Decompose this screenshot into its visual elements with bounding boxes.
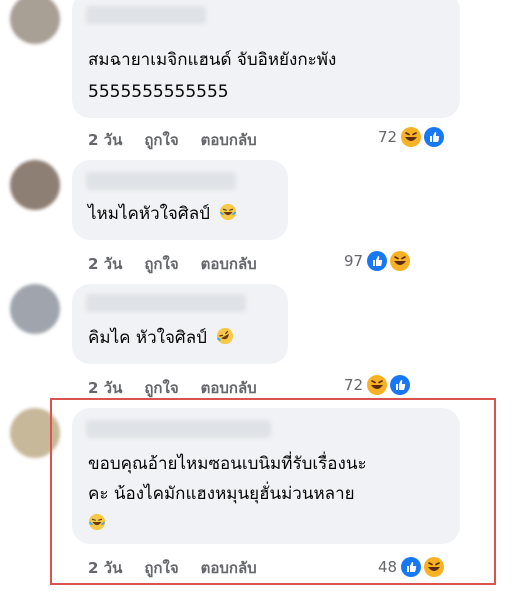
reaction-icons xyxy=(364,372,414,398)
reaction-count: 72 xyxy=(344,376,364,394)
author-name-redacted[interactable] xyxy=(86,6,206,24)
comment-text-line-2: 5555555555555 xyxy=(88,82,229,102)
like-reaction-icon xyxy=(387,372,414,398)
timestamp[interactable]: 2 วัน xyxy=(88,376,122,400)
comment-text: ไหมไคหัวใจศิลป์ xyxy=(88,200,237,228)
rofl-emoji-icon xyxy=(217,327,234,345)
reply-button[interactable]: ตอบกลับ xyxy=(201,252,257,276)
avatar[interactable] xyxy=(10,160,60,210)
timestamp[interactable]: 2 วัน xyxy=(88,252,122,276)
comment-text-content: คิมไค หัวใจศิลป์ xyxy=(88,328,207,348)
reply-button[interactable]: ตอบกลับ xyxy=(201,128,257,152)
reaction-icons xyxy=(364,248,414,274)
author-name-redacted[interactable] xyxy=(86,294,246,312)
like-button[interactable]: ถูกใจ xyxy=(144,128,178,152)
highlight-box xyxy=(50,398,496,585)
author-name-redacted[interactable] xyxy=(86,172,236,190)
comment-text: คิมไค หัวใจศิลป์ xyxy=(88,324,234,352)
haha-reaction-icon xyxy=(387,248,414,274)
reaction-count: 72 xyxy=(378,128,398,146)
reaction-summary[interactable]: 72 xyxy=(378,124,448,150)
comment-text-content: ไหมไคหัวใจศิลป์ xyxy=(88,204,210,224)
like-reaction-icon xyxy=(421,124,448,150)
avatar[interactable] xyxy=(10,0,60,44)
like-button[interactable]: ถูกใจ xyxy=(144,376,178,400)
reaction-icons xyxy=(398,124,448,150)
laugh-tears-emoji-icon xyxy=(220,203,237,221)
comment-actions: 2 วัน ถูกใจ ตอบกลับ xyxy=(88,128,257,152)
reply-button[interactable]: ตอบกลับ xyxy=(201,376,257,400)
comment-text-line-1: สมฉายาเมจิกแฮนด์ จับอิหยังกะพัง xyxy=(88,50,337,70)
timestamp[interactable]: 2 วัน xyxy=(88,128,122,152)
comment-bubble: คิมไค หัวใจศิลป์ xyxy=(72,284,288,364)
comment-bubble: สมฉายาเมจิกแฮนด์ จับอิหยังกะพัง 55555555… xyxy=(72,0,460,118)
like-button[interactable]: ถูกใจ xyxy=(144,252,178,276)
comment-bubble: ไหมไคหัวใจศิลป์ xyxy=(72,160,288,240)
avatar[interactable] xyxy=(10,284,60,334)
comment-actions: 2 วัน ถูกใจ ตอบกลับ xyxy=(88,376,257,400)
reaction-count: 97 xyxy=(344,252,364,270)
reaction-summary[interactable]: 72 xyxy=(344,372,414,398)
comment-actions: 2 วัน ถูกใจ ตอบกลับ xyxy=(88,252,257,276)
reaction-summary[interactable]: 97 xyxy=(344,248,414,274)
